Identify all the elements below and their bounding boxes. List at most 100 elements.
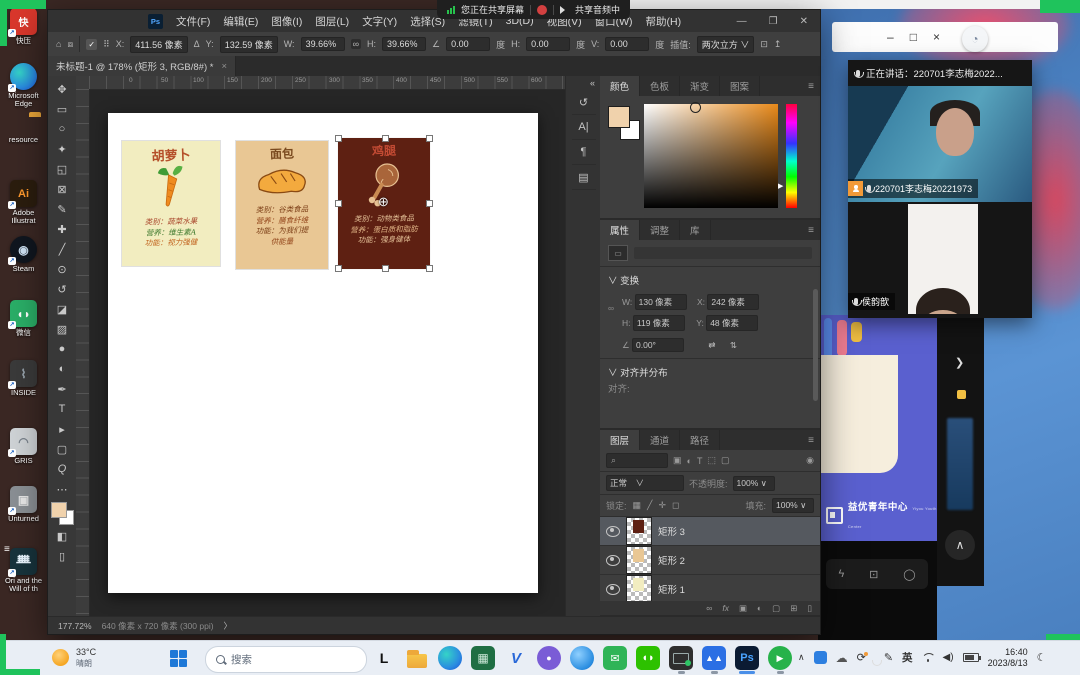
clone-stamp-tool[interactable]: ⊙	[51, 259, 73, 279]
link-dimensions-icon[interactable]: ∞	[351, 39, 361, 49]
filter-shape-icon[interactable]: ⬚	[707, 455, 716, 466]
card-carrot[interactable]: 胡萝卜 类别：蔬菜水果 营养：维生素A 功能：视力强健	[122, 141, 220, 266]
close-tab-icon[interactable]: ×	[221, 61, 227, 72]
taskbar-app-l[interactable]: L	[372, 646, 396, 670]
status-chevron-icon[interactable]: 〉	[224, 620, 233, 632]
edit-toolbar-icon[interactable]: ⋯	[51, 479, 73, 499]
marquee-tool[interactable]: ▭	[51, 99, 73, 119]
card-drumstick[interactable]: 鸡腿 类别：动物类食品 营养：蛋白质和脂肪 功能：强身健体	[338, 138, 430, 269]
home-icon[interactable]: ⌂	[56, 39, 61, 49]
height-scale-field[interactable]: 39.66%	[382, 37, 426, 51]
visibility-eye-icon[interactable]	[606, 584, 620, 595]
visibility-eye-icon[interactable]	[606, 526, 620, 537]
layer-name[interactable]: 矩形 3	[658, 524, 685, 538]
x-position-field[interactable]: 411.56 像素	[130, 36, 187, 53]
weather-sun-icon[interactable]	[52, 649, 69, 666]
layer-row-rect2[interactable]: 矩形 2	[600, 546, 820, 575]
ps-canvas-area[interactable]: 0 50 100 150 200 250 300 350 400 450 500…	[76, 76, 565, 617]
history-panel-icon[interactable]: ↺	[572, 90, 596, 115]
desktop-icon-wechat[interactable]: ◖◗微信	[0, 300, 47, 337]
transform-handle[interactable]	[426, 135, 433, 142]
maximize-icon[interactable]: □	[910, 30, 917, 44]
menu-image[interactable]: 图像(I)	[271, 14, 302, 29]
tab-color[interactable]: 颜色	[600, 76, 640, 96]
taskbar-store-app[interactable]: ▦	[471, 646, 495, 670]
layer-thumbnail[interactable]	[626, 575, 652, 603]
layer-thumbnail[interactable]	[626, 546, 652, 574]
menu-file[interactable]: 文件(F)	[176, 14, 210, 29]
canvas-page[interactable]: 胡萝卜 类别：蔬菜水果 营养：维生素A 功能：视力强健 面包	[108, 113, 538, 593]
zoom-tool[interactable]: Q	[51, 459, 73, 479]
onedrive-cloud-icon[interactable]: ☁	[836, 651, 848, 665]
floating-assistant-badge[interactable]: ◔	[962, 26, 988, 52]
tab-swatches[interactable]: 色板	[640, 76, 680, 96]
width-scale-field[interactable]: 39.66%	[301, 37, 345, 51]
screen-mode-icon[interactable]: ▯	[51, 546, 73, 566]
toggle-reference-point-checkbox[interactable]: ✓	[86, 39, 97, 50]
reference-point-crosshair-icon[interactable]: ⊕	[378, 194, 389, 210]
adjustment-layer-icon[interactable]: ◐	[757, 603, 762, 613]
volume-icon[interactable]: ◀)	[943, 652, 954, 663]
desktop-icon-steam[interactable]: ◉Steam	[0, 236, 47, 273]
menu-help[interactable]: 帮助(H)	[646, 14, 682, 29]
tray-blue-app-icon[interactable]	[814, 651, 827, 664]
opacity-select[interactable]: 100% ∨	[733, 476, 775, 491]
desktop-icon-unturned[interactable]: ▣Unturned	[0, 486, 47, 523]
link-wh-icon[interactable]: ∞	[608, 303, 614, 313]
layer-search-field[interactable]: ⌕	[606, 453, 668, 468]
character-panel-icon[interactable]: A|	[572, 115, 596, 140]
taskbar-wechat[interactable]: ◖◗	[636, 646, 660, 670]
healing-brush-tool[interactable]: ✚	[51, 219, 73, 239]
align-section-header[interactable]: ∨ 对齐并分布	[600, 359, 820, 381]
eraser-tool[interactable]: ◪	[51, 299, 73, 319]
layer-thumbnail[interactable]	[626, 517, 652, 545]
type-tool[interactable]: T	[51, 399, 73, 419]
power-icon[interactable]: ◯	[903, 568, 915, 581]
libraries-panel-icon[interactable]: ▤	[572, 165, 596, 190]
menu-edit[interactable]: 编辑(E)	[223, 14, 258, 29]
transform-handle[interactable]	[426, 200, 433, 207]
weather-widget[interactable]: 33°C 晴朗	[76, 646, 96, 670]
tab-patterns[interactable]: 图案	[720, 76, 760, 96]
transform-handle[interactable]	[335, 200, 342, 207]
hue-slider-marker[interactable]: ▶	[778, 182, 783, 190]
video-tile-2[interactable]: 侯韵歆	[848, 202, 1032, 318]
prop-x-field[interactable]: 242 像素	[707, 294, 759, 310]
lasso-tool[interactable]: ○	[51, 119, 73, 139]
minimize-icon[interactable]: —	[737, 16, 747, 27]
card-bread[interactable]: 面包 类别：谷类食品 营养：膳食纤维 功能：为我们提 供能量	[236, 141, 328, 269]
taskbar-photoshop[interactable]: Ps	[735, 646, 759, 670]
delete-layer-icon[interactable]: ▯	[807, 603, 812, 614]
flip-vertical-icon[interactable]: ⇅	[730, 340, 737, 350]
move-tool[interactable]: ✥	[51, 79, 73, 99]
transform-handle[interactable]	[426, 265, 433, 272]
h-skew-field[interactable]: 0.00	[526, 37, 570, 51]
prop-width-field[interactable]: 130 像素	[635, 294, 687, 310]
lock-brush-icon[interactable]: ╱	[647, 500, 652, 511]
lock-position-icon[interactable]: ✛	[658, 500, 666, 511]
layer-mask-icon[interactable]: ▣	[739, 603, 747, 614]
quick-mask-icon[interactable]: ◧	[51, 526, 73, 546]
layer-group-icon[interactable]: ▢	[772, 603, 780, 614]
filter-smart-icon[interactable]: ▢	[721, 455, 730, 466]
visibility-eye-icon[interactable]	[606, 555, 620, 566]
fill-select[interactable]: 100% ∨	[772, 498, 814, 513]
wifi-icon[interactable]	[922, 653, 934, 662]
filter-pixel-icon[interactable]: ▣	[673, 455, 682, 466]
flash-icon[interactable]: ϟ	[838, 568, 844, 580]
pen-tool[interactable]: ✒	[51, 379, 73, 399]
lock-all-icon[interactable]: ◻	[672, 500, 679, 511]
desktop-icon-gris[interactable]: ◠GRIS	[0, 428, 47, 465]
foreground-color-swatch[interactable]	[608, 106, 630, 128]
layer-name[interactable]: 矩形 1	[658, 582, 685, 596]
video-tile-1[interactable]: 220701李志梅20221973	[848, 86, 1032, 202]
transform-handle[interactable]	[382, 135, 389, 142]
chevron-right-icon[interactable]: ❯	[955, 356, 964, 369]
prop-angle-field[interactable]: 0.00°	[632, 338, 684, 352]
transform-handle[interactable]	[335, 135, 342, 142]
layer-style-icon[interactable]: fx	[722, 603, 729, 613]
desktop-icon-resource[interactable]: resource	[0, 116, 47, 144]
menu-type[interactable]: 文字(Y)	[362, 14, 397, 29]
layer-row-rect1[interactable]: 矩形 1	[600, 575, 820, 604]
taskbar-file-explorer[interactable]	[405, 646, 429, 670]
